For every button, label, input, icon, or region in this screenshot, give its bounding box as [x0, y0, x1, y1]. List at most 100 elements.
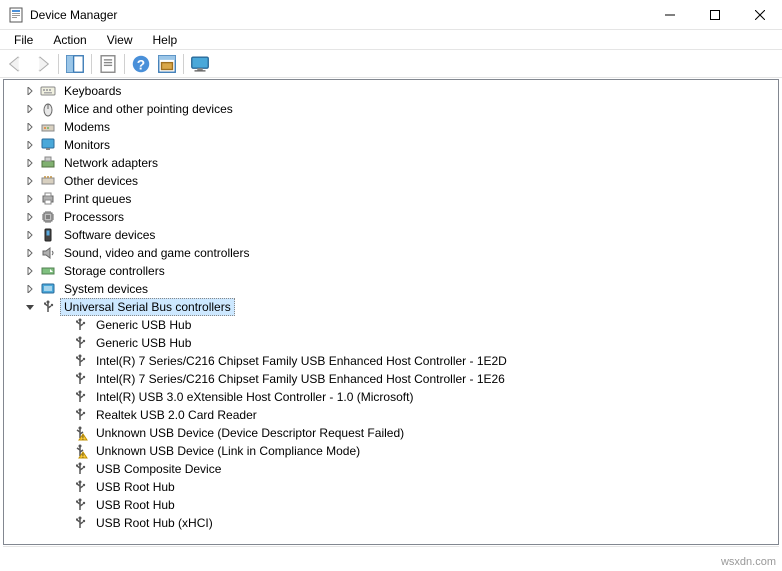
tree-category[interactable]: Other devices: [4, 172, 778, 190]
menu-help[interactable]: Help: [143, 31, 188, 49]
svg-text:?: ?: [137, 57, 145, 72]
tree-category[interactable]: System devices: [4, 280, 778, 298]
tree-category[interactable]: Sound, video and game controllers: [4, 244, 778, 262]
menu-bar: File Action View Help: [0, 30, 782, 50]
tree-category[interactable]: Software devices: [4, 226, 778, 244]
category-label: Universal Serial Bus controllers: [60, 298, 235, 316]
show-hide-console-button[interactable]: [63, 52, 87, 76]
category-label: Network adapters: [60, 154, 162, 172]
usb-icon: [72, 515, 88, 531]
tree-device[interactable]: USB Root Hub: [4, 478, 778, 496]
device-label: USB Root Hub: [92, 478, 179, 496]
device-label: Unknown USB Device (Device Descriptor Re…: [92, 424, 408, 442]
toolbar: ?: [0, 50, 782, 78]
spacer: [54, 443, 70, 459]
menu-file[interactable]: File: [4, 31, 43, 49]
category-label: Monitors: [60, 136, 114, 154]
title-bar: Device Manager: [0, 0, 782, 30]
expand-icon[interactable]: [22, 281, 38, 297]
monitor-button[interactable]: [188, 52, 212, 76]
usb-icon: [72, 353, 88, 369]
category-label: Software devices: [60, 226, 159, 244]
tree-device[interactable]: Intel(R) 7 Series/C216 Chipset Family US…: [4, 370, 778, 388]
tree-device[interactable]: Realtek USB 2.0 Card Reader: [4, 406, 778, 424]
tree-category[interactable]: Processors: [4, 208, 778, 226]
usb-icon: [72, 335, 88, 351]
keyboard-icon: [40, 83, 56, 99]
tree-category[interactable]: Modems: [4, 118, 778, 136]
device-tree-pane[interactable]: KeyboardsMice and other pointing devices…: [3, 79, 779, 545]
tree-device[interactable]: Unknown USB Device (Device Descriptor Re…: [4, 424, 778, 442]
other-icon: [40, 173, 56, 189]
device-label: Realtek USB 2.0 Card Reader: [92, 406, 261, 424]
maximize-button[interactable]: [692, 0, 737, 30]
category-label: Storage controllers: [60, 262, 169, 280]
sound-icon: [40, 245, 56, 261]
menu-action[interactable]: Action: [43, 31, 96, 49]
expand-icon[interactable]: [22, 101, 38, 117]
usb-icon: [40, 299, 56, 315]
expand-icon[interactable]: [22, 263, 38, 279]
modem-icon: [40, 119, 56, 135]
tree-device[interactable]: Intel(R) 7 Series/C216 Chipset Family US…: [4, 352, 778, 370]
menu-view[interactable]: View: [97, 31, 143, 49]
usb-warn-icon: [72, 425, 88, 441]
expand-icon[interactable]: [22, 173, 38, 189]
mouse-icon: [40, 101, 56, 117]
expand-icon[interactable]: [22, 245, 38, 261]
tree-device[interactable]: USB Composite Device: [4, 460, 778, 478]
tree-device[interactable]: Intel(R) USB 3.0 eXtensible Host Control…: [4, 388, 778, 406]
window-title: Device Manager: [30, 8, 647, 22]
scan-hardware-button[interactable]: [155, 52, 179, 76]
expand-icon[interactable]: [22, 83, 38, 99]
tree-category[interactable]: Monitors: [4, 136, 778, 154]
category-label: Sound, video and game controllers: [60, 244, 253, 262]
tree-category[interactable]: Print queues: [4, 190, 778, 208]
tree-device[interactable]: USB Root Hub: [4, 496, 778, 514]
tree-device[interactable]: Unknown USB Device (Link in Compliance M…: [4, 442, 778, 460]
category-label: System devices: [60, 280, 152, 298]
expand-icon[interactable]: [22, 191, 38, 207]
usb-icon: [72, 479, 88, 495]
collapse-icon[interactable]: [22, 299, 38, 315]
tree-device[interactable]: Generic USB Hub: [4, 334, 778, 352]
spacer: [54, 479, 70, 495]
expand-icon[interactable]: [22, 137, 38, 153]
spacer: [54, 461, 70, 477]
toolbar-separator: [58, 54, 59, 74]
tree-category-expanded[interactable]: Universal Serial Bus controllers: [4, 298, 778, 316]
forward-button[interactable]: [30, 52, 54, 76]
tree-category[interactable]: Mice and other pointing devices: [4, 100, 778, 118]
usb-warn-icon: [72, 443, 88, 459]
tree-device[interactable]: USB Root Hub (xHCI): [4, 514, 778, 532]
expand-icon[interactable]: [22, 119, 38, 135]
back-button[interactable]: [4, 52, 28, 76]
usb-icon: [72, 317, 88, 333]
close-button[interactable]: [737, 0, 782, 30]
properties-button[interactable]: [96, 52, 120, 76]
software-icon: [40, 227, 56, 243]
device-label: Unknown USB Device (Link in Compliance M…: [92, 442, 364, 460]
help-button[interactable]: ?: [129, 52, 153, 76]
printer-icon: [40, 191, 56, 207]
expand-icon[interactable]: [22, 155, 38, 171]
spacer: [54, 497, 70, 513]
tree-category[interactable]: Network adapters: [4, 154, 778, 172]
spacer: [54, 407, 70, 423]
minimize-button[interactable]: [647, 0, 692, 30]
tree-category[interactable]: Storage controllers: [4, 262, 778, 280]
tree-category[interactable]: Keyboards: [4, 82, 778, 100]
monitor-icon: [40, 137, 56, 153]
storage-icon: [40, 263, 56, 279]
expand-icon[interactable]: [22, 209, 38, 225]
spacer: [54, 425, 70, 441]
usb-icon: [72, 461, 88, 477]
system-icon: [40, 281, 56, 297]
expand-icon[interactable]: [22, 227, 38, 243]
tree-device[interactable]: Generic USB Hub: [4, 316, 778, 334]
usb-icon: [72, 407, 88, 423]
status-bar: [3, 546, 779, 568]
category-label: Keyboards: [60, 82, 125, 100]
watermark: wsxdn.com: [721, 556, 776, 568]
category-label: Print queues: [60, 190, 135, 208]
